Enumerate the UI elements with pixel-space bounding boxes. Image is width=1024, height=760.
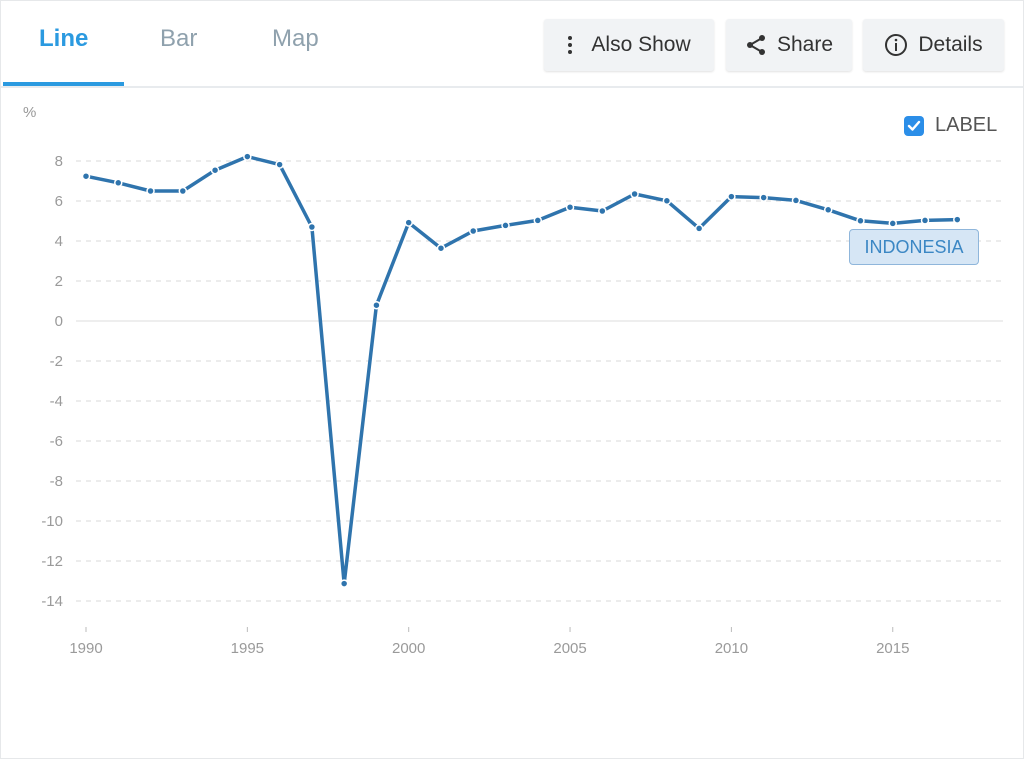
data-point: [727, 192, 736, 201]
y-tick-label: -14: [41, 593, 63, 610]
data-point: [178, 186, 188, 196]
y-tick-label: -10: [41, 513, 63, 530]
data-point: [372, 300, 381, 310]
data-point: [275, 160, 284, 169]
y-tick-label: 6: [55, 193, 63, 210]
y-tick-label: 8: [55, 153, 63, 170]
y-tick-label: 4: [55, 233, 63, 250]
data-point: [114, 178, 123, 188]
data-point: [307, 222, 317, 232]
series-line: [84, 154, 960, 586]
data-point: [81, 171, 91, 181]
data-point: [662, 196, 672, 206]
data-point: [823, 205, 833, 215]
data-point: [694, 224, 704, 233]
x-tick-label: 2005: [553, 640, 586, 657]
data-point: [243, 152, 252, 161]
data-point: [791, 196, 801, 205]
y-tick-label: -8: [50, 473, 63, 490]
y-tick-label: 0: [55, 313, 63, 330]
x-tick-label: 2000: [392, 640, 425, 657]
data-point: [856, 216, 865, 226]
series-label-indonesia: INDONESIA: [849, 229, 979, 265]
x-tick-label: 2010: [715, 640, 748, 657]
chart-panel: Line Bar Map Also Show Share Details LAB…: [0, 0, 1024, 759]
line-chart: 8 6 4 2 0 -2 -4 -6 -8 -10 -12 -14 1990 1995 2000 2005 20…: [41, 152, 1003, 657]
y-tick-label: -12: [41, 553, 63, 570]
y-tick-label: -2: [50, 353, 63, 370]
data-point: [468, 226, 478, 236]
data-point: [146, 186, 155, 196]
data-point: [210, 165, 220, 175]
y-tick-label: -4: [50, 393, 63, 410]
x-tick-label: 1995: [231, 640, 264, 657]
data-point: [630, 189, 639, 199]
data-point: [404, 218, 413, 227]
data-point: [888, 219, 897, 228]
x-tick-label: 1990: [69, 640, 102, 657]
y-tick-label: -6: [50, 433, 63, 450]
x-tick-label: 2015: [876, 640, 909, 657]
data-point: [920, 216, 930, 225]
data-point: [436, 243, 446, 253]
data-point: [598, 206, 607, 216]
data-point: [759, 193, 768, 202]
data-point: [339, 579, 349, 588]
y-tick-label: 2: [55, 273, 63, 290]
data-point: [533, 216, 543, 225]
data-point: [565, 202, 575, 212]
data-point: [953, 215, 962, 224]
data-point: [501, 221, 510, 230]
